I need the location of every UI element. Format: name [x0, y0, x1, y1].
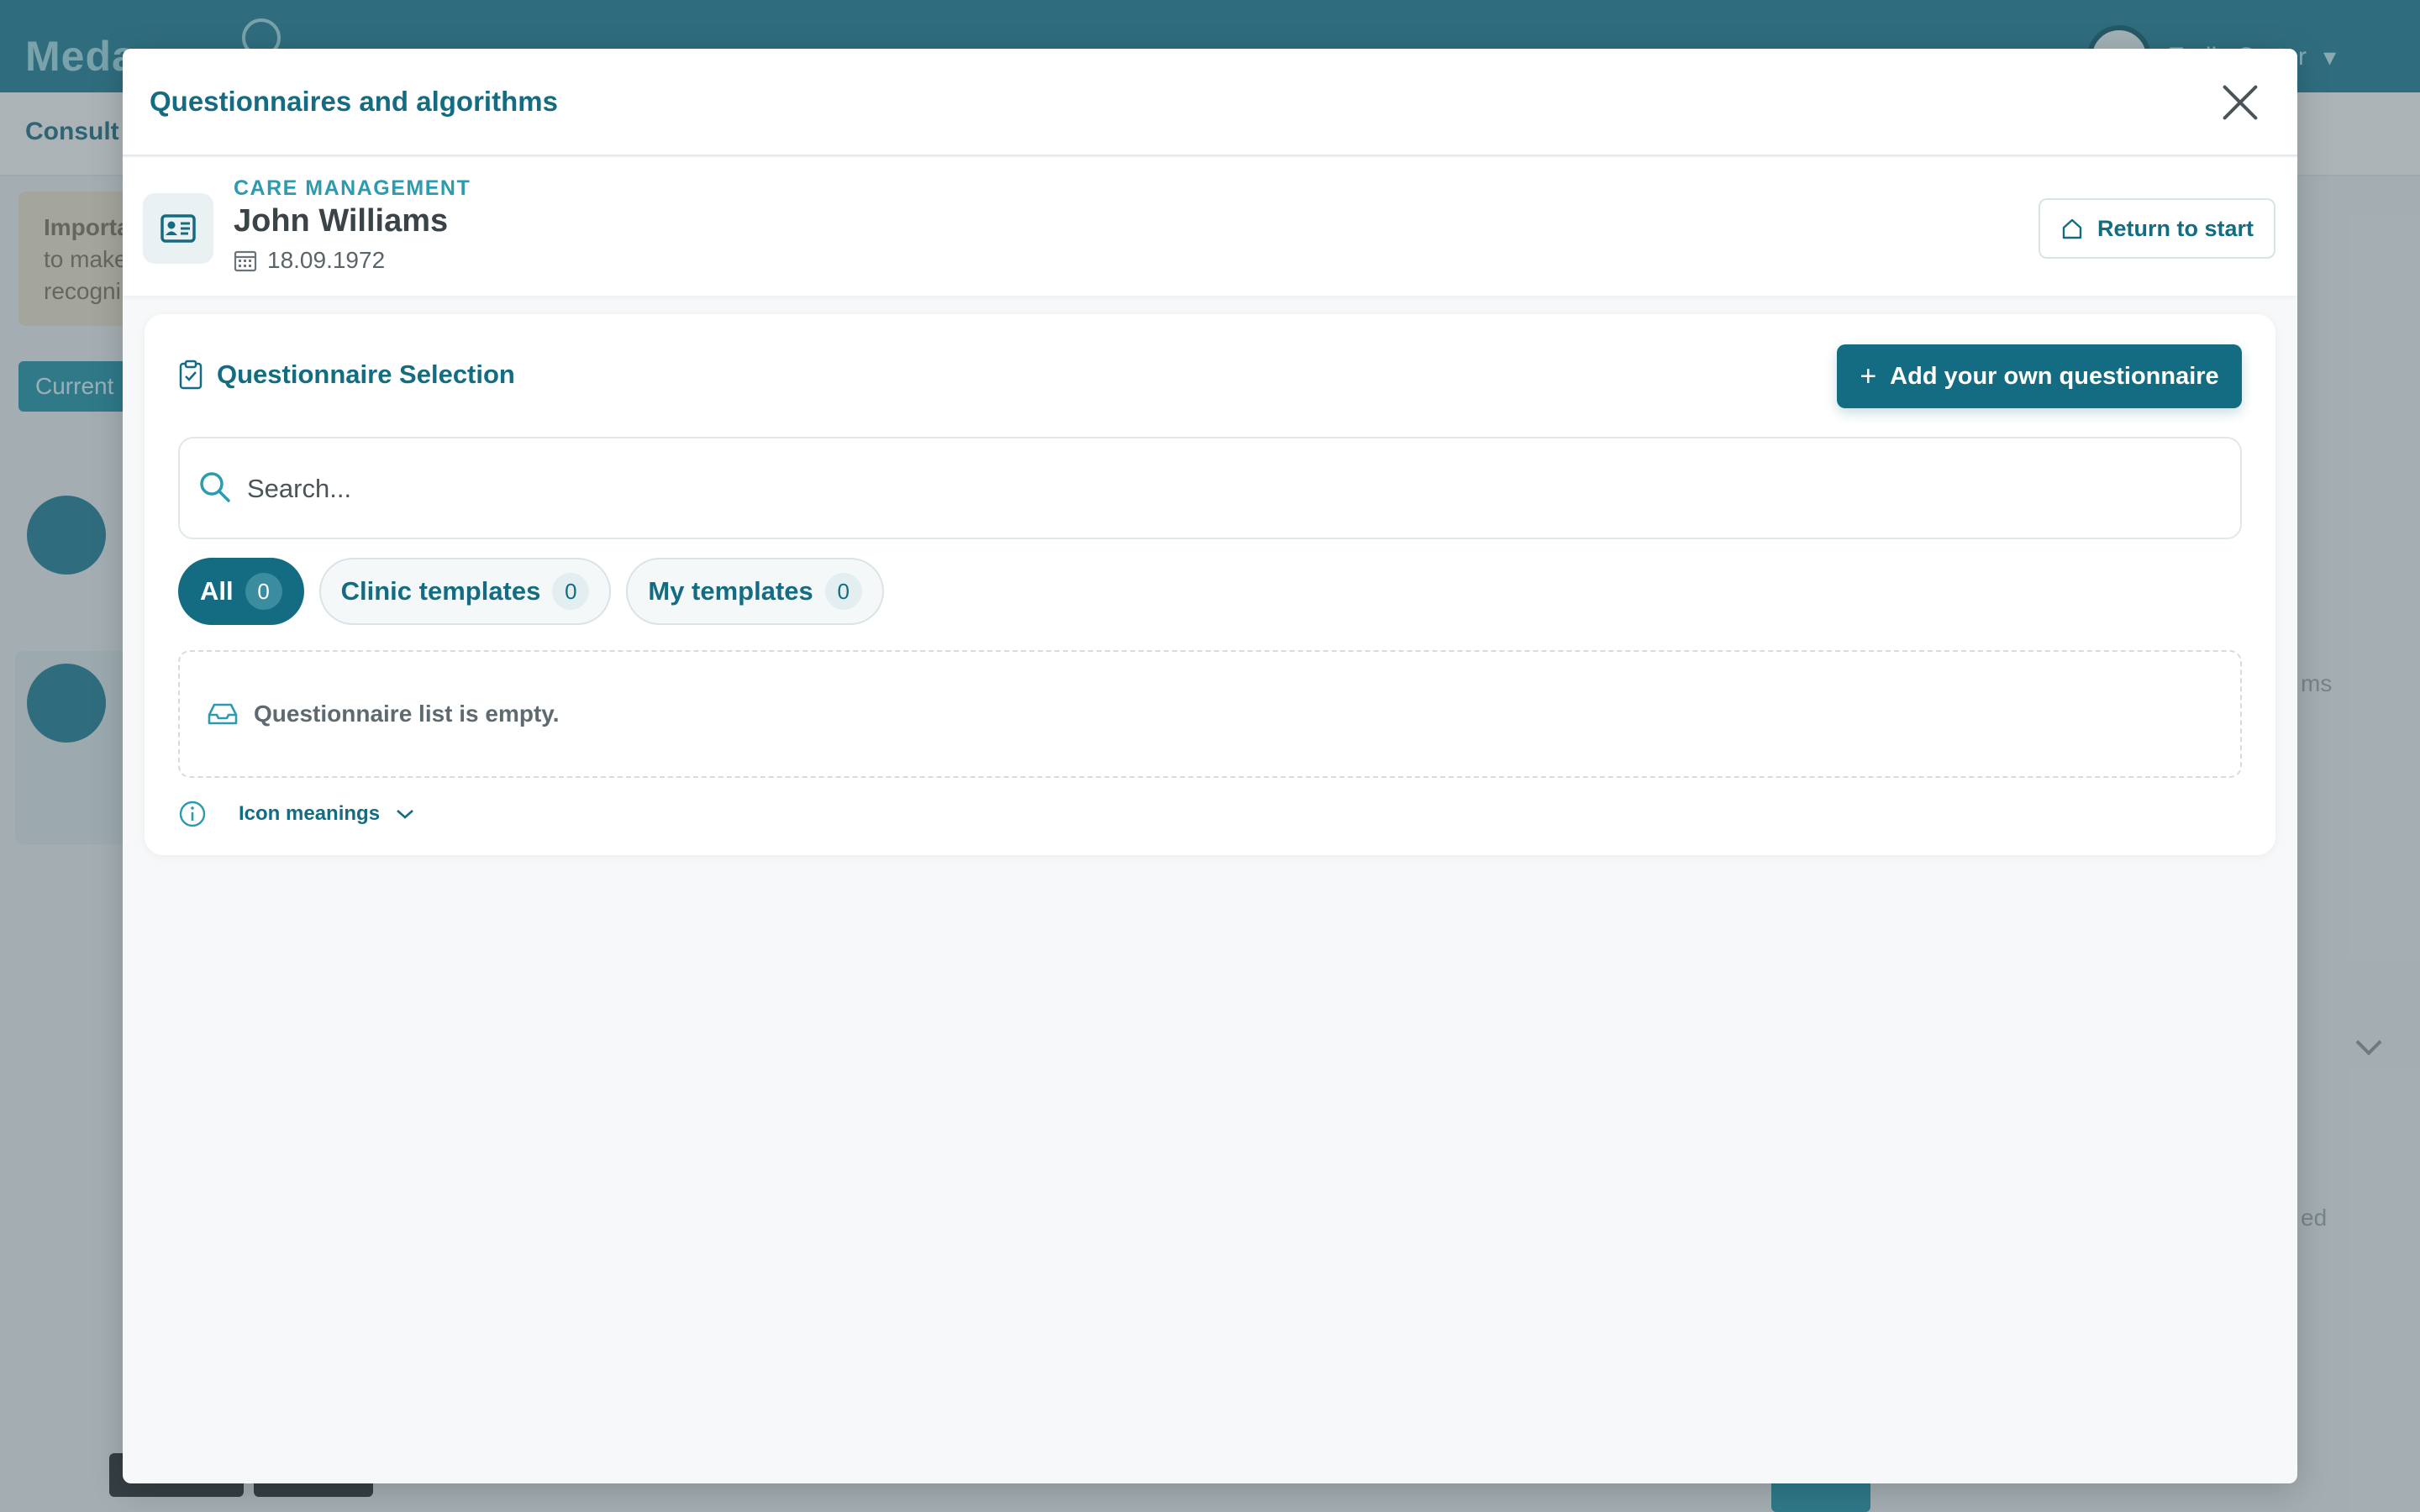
tab-label: Clinic templates — [340, 576, 541, 606]
patient-bar: CARE MANAGEMENT John Williams 18.09.1972… — [123, 158, 2297, 296]
tab-label: All — [200, 576, 234, 606]
patient-dob: 18.09.1972 — [234, 247, 385, 274]
empty-state: Questionnaire list is empty. — [178, 650, 2242, 778]
modal-header: Questionnaires and algorithms — [123, 49, 2297, 156]
icon-meanings-label: Icon meanings — [239, 802, 381, 825]
search-icon — [200, 472, 230, 502]
card-title: Questionnaire Selection — [178, 360, 515, 390]
tab-count-badge: 0 — [552, 573, 590, 610]
chevron-down-icon — [397, 810, 413, 819]
template-tabs: All 0 Clinic templates 0 My templates 0 — [178, 558, 884, 625]
calendar-icon — [234, 250, 257, 272]
home-icon — [2062, 218, 2082, 239]
tab-count-badge: 0 — [824, 573, 862, 610]
empty-state-message: Questionnaire list is empty. — [254, 701, 560, 727]
patient-name: John Williams — [234, 203, 449, 239]
search-box — [178, 437, 2242, 539]
close-icon[interactable] — [2220, 82, 2260, 123]
modal-title: Questionnaires and algorithms — [150, 86, 558, 117]
patient-dob-value: 18.09.1972 — [267, 247, 386, 273]
tab-my-templates[interactable]: My templates 0 — [626, 558, 884, 625]
info-icon — [179, 801, 206, 827]
icon-meanings-toggle[interactable]: Icon meanings — [178, 800, 415, 828]
return-to-start-button[interactable]: Return to start — [2039, 198, 2275, 259]
tab-count-badge: 0 — [245, 573, 282, 610]
tab-all[interactable]: All 0 — [178, 558, 304, 625]
return-to-start-label: Return to start — [2096, 215, 2254, 241]
id-card-icon — [143, 193, 213, 264]
tab-clinic-templates[interactable]: Clinic templates 0 — [318, 558, 612, 625]
plus-icon: + — [1860, 360, 1877, 392]
inbox-icon — [208, 703, 238, 725]
questionnaires-modal: Questionnaires and algorithms CARE MANAG… — [123, 49, 2297, 1483]
questionnaire-selection-card: Questionnaire Selection + Add your own q… — [145, 314, 2275, 855]
search-input[interactable] — [247, 464, 2180, 514]
add-questionnaire-button[interactable]: + Add your own questionnaire — [1837, 344, 2242, 408]
card-title-label: Questionnaire Selection — [217, 360, 515, 389]
add-questionnaire-label: Add your own questionnaire — [1890, 362, 2219, 390]
tab-label: My templates — [648, 576, 813, 606]
patient-category: CARE MANAGEMENT — [234, 176, 471, 200]
clipboard-icon — [179, 360, 203, 390]
